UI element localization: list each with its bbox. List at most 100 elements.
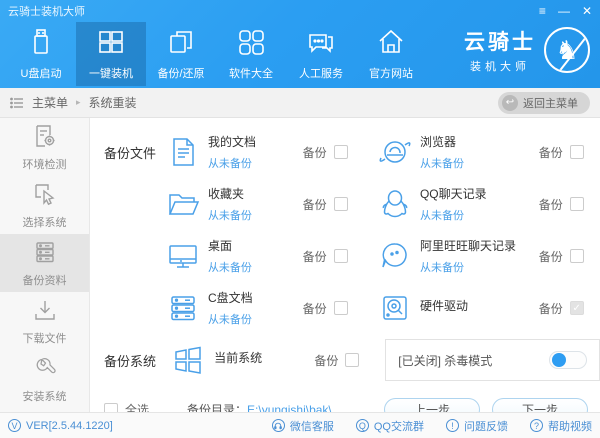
- wechat-support-link[interactable]: 微信客服: [272, 418, 334, 434]
- sidebar-label: 环境检测: [23, 156, 67, 172]
- nav-usb-boot[interactable]: U盘启动: [6, 22, 76, 86]
- backup-label: 备份: [539, 196, 563, 213]
- backup-row: C盘文档 从未备份 备份 硬件驱动 备份: [90, 282, 600, 334]
- brand-logo: 云骑士 装机大师 ♞: [464, 26, 590, 74]
- back-button-label: 返回主菜单: [523, 95, 578, 111]
- close-icon[interactable]: ✕: [582, 0, 592, 22]
- backup-checkbox-current-system[interactable]: [345, 353, 359, 367]
- nav-label: 软件大全: [229, 65, 273, 81]
- item-name: 浏览器: [420, 133, 539, 150]
- section-label-backup-system: 备份系统: [90, 351, 161, 370]
- footer-link-label: 帮助视频: [548, 418, 592, 434]
- backup-label: 备份: [303, 300, 327, 317]
- breadcrumb: 主菜单 ▸ 系统重装 ↩ 返回主菜单: [0, 88, 600, 118]
- menu-icon[interactable]: ≡: [539, 0, 546, 22]
- hard-drive-icon: [370, 291, 420, 325]
- usb-drive-icon: [26, 27, 56, 60]
- item-status-link[interactable]: 从未备份: [208, 207, 303, 223]
- backup-label: 备份: [314, 352, 338, 369]
- item-status-link[interactable]: 从未备份: [420, 155, 539, 171]
- section-label-backup-files: 备份文件: [90, 143, 158, 162]
- backup-label: 备份: [539, 248, 563, 265]
- item-name: 收藏夹: [208, 185, 303, 202]
- sidebar-label: 下载文件: [23, 330, 67, 346]
- item-status-link[interactable]: 从未备份: [208, 259, 303, 275]
- nav-software-collection[interactable]: 软件大全: [216, 22, 286, 86]
- steps-sidebar: 环境检测 选择系统 备份资料 下载文件 安装系统: [0, 118, 90, 412]
- item-status-link[interactable]: 从未备份: [208, 311, 303, 327]
- backup-checkbox-aliwangwang[interactable]: [570, 249, 584, 263]
- breadcrumb-root[interactable]: 主菜单: [32, 94, 68, 111]
- doc-gear-icon: [32, 123, 58, 152]
- feedback-link[interactable]: ! 问题反馈: [446, 418, 508, 434]
- backup-checkbox-qq-history[interactable]: [570, 197, 584, 211]
- item-status-link[interactable]: 从未备份: [420, 259, 539, 275]
- item-status-link[interactable]: 从未备份: [208, 155, 303, 171]
- qq-icon: Q: [356, 419, 369, 432]
- my-documents-icon: [158, 135, 208, 169]
- download-icon: [32, 297, 58, 326]
- backup-checkbox-hardware-driver[interactable]: [570, 301, 584, 315]
- breadcrumb-separator-icon: ▸: [76, 97, 81, 108]
- windows-icon: [96, 27, 126, 60]
- browser-icon: [370, 135, 420, 169]
- nav-label: 一键装机: [89, 65, 133, 81]
- backup-row: 桌面 从未备份 备份 阿里旺旺聊天记录 从未备份 备份: [90, 230, 600, 282]
- nav-label: U盘启动: [21, 65, 62, 81]
- qq-group-link[interactable]: Q QQ交流群: [356, 418, 424, 434]
- current-system-windows-icon: [161, 343, 214, 377]
- backup-checkbox-favorites[interactable]: [334, 197, 348, 211]
- titlebar: 云骑士装机大师 ≡ — ✕: [0, 0, 600, 22]
- item-name: QQ聊天记录: [420, 185, 539, 202]
- status-footer: V VER[2.5.44.1220] 微信客服 Q QQ交流群 ! 问题反馈 ?…: [0, 412, 600, 438]
- backup-checkbox-browser[interactable]: [570, 145, 584, 159]
- sidebar-label: 选择系统: [23, 214, 67, 230]
- toggle-knob: [552, 353, 566, 367]
- sidebar-item-download-files[interactable]: 下载文件: [0, 292, 89, 350]
- nav-human-service[interactable]: 人工服务: [286, 22, 356, 86]
- apps-grid-icon: [236, 27, 266, 60]
- backup-label: 备份: [303, 144, 327, 161]
- item-status-link[interactable]: 从未备份: [420, 207, 539, 223]
- nav-backup-restore[interactable]: 备份/还原: [146, 22, 216, 86]
- home-icon: [376, 27, 406, 60]
- desktop-monitor-icon: [158, 239, 208, 273]
- version-text: VER[2.5.44.1220]: [26, 420, 113, 432]
- antivirus-mode-label: [已关闭] 杀毒模式: [398, 352, 492, 369]
- backup-panel: 备份文件 我的文档 从未备份 备份 浏览器 从未备份 备份 收藏夹 从未备份 备…: [90, 118, 600, 412]
- backup-checkbox-desktop[interactable]: [334, 249, 348, 263]
- footer-link-label: 微信客服: [290, 418, 334, 434]
- c-drive-icon: [158, 291, 208, 325]
- feedback-icon: !: [446, 419, 459, 432]
- minimize-icon[interactable]: —: [558, 0, 570, 22]
- item-name: 阿里旺旺聊天记录: [420, 237, 539, 254]
- backup-row: 备份文件 我的文档 从未备份 备份 浏览器 从未备份 备份: [90, 126, 600, 178]
- backup-checkbox-my-documents[interactable]: [334, 145, 348, 159]
- backup-system-row: 备份系统 当前系统 备份 [已关闭] 杀毒模式: [90, 334, 600, 386]
- nav-label: 官方网站: [369, 65, 413, 81]
- sidebar-item-install-system[interactable]: 安装系统: [0, 350, 89, 408]
- qq-penguin-icon: [370, 187, 420, 221]
- antivirus-mode-box: [已关闭] 杀毒模式: [385, 339, 600, 381]
- cursor-select-icon: [32, 181, 58, 210]
- sidebar-item-select-system[interactable]: 选择系统: [0, 176, 89, 234]
- antivirus-mode-toggle[interactable]: [549, 351, 587, 369]
- wrench-icon: [32, 355, 58, 384]
- back-to-main-menu-button[interactable]: ↩ 返回主菜单: [498, 92, 590, 114]
- help-video-link[interactable]: ? 帮助视频: [530, 418, 592, 434]
- breadcrumb-current: 系统重装: [89, 94, 137, 111]
- knight-emblem-icon: ♞: [544, 27, 590, 73]
- backup-checkbox-c-drive[interactable]: [334, 301, 348, 315]
- aliwangwang-icon: [370, 239, 420, 273]
- help-icon: ?: [530, 419, 543, 432]
- chat-bubbles-icon: [306, 27, 336, 60]
- nav-label: 备份/还原: [157, 65, 204, 81]
- logo-line2: 装机大师: [464, 58, 536, 74]
- nav-official-site[interactable]: 官方网站: [356, 22, 426, 86]
- item-name: C盘文档: [208, 289, 303, 306]
- backup-row: 收藏夹 从未备份 备份 QQ聊天记录 从未备份 备份: [90, 178, 600, 230]
- sidebar-item-environment-check[interactable]: 环境检测: [0, 118, 89, 176]
- item-name: 我的文档: [208, 133, 303, 150]
- sidebar-item-backup-data[interactable]: 备份资料: [0, 234, 89, 292]
- nav-one-key-install[interactable]: 一键装机: [76, 22, 146, 86]
